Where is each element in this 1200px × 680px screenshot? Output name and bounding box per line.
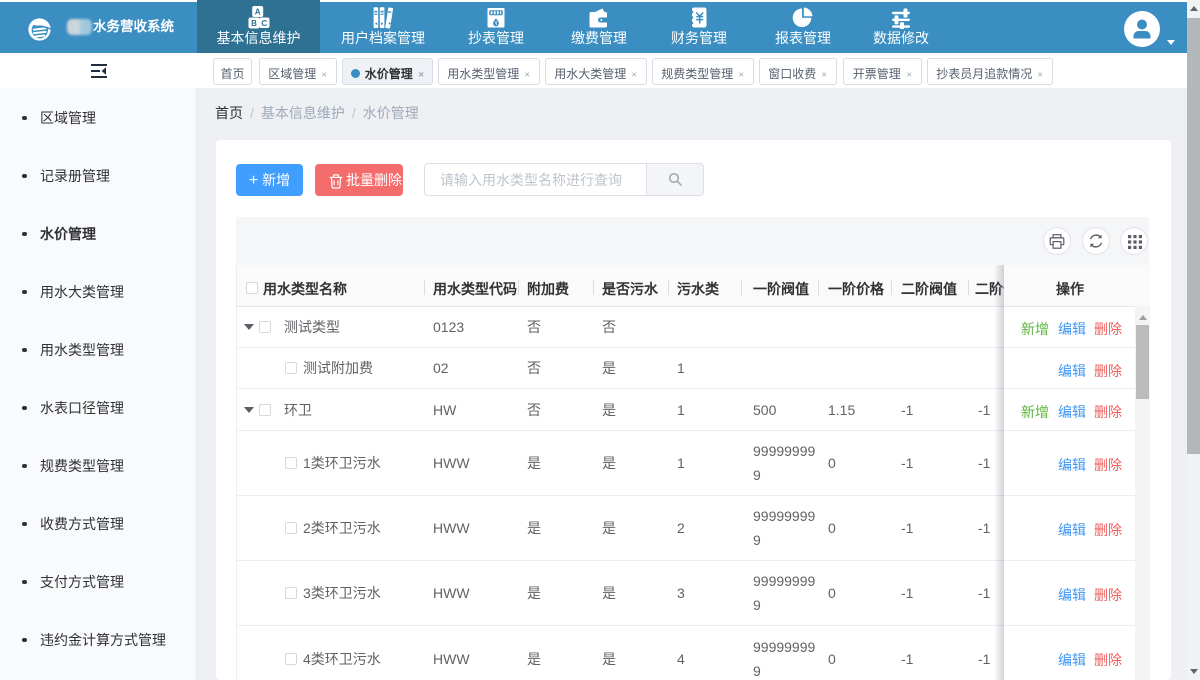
svg-text:B: B bbox=[251, 19, 257, 28]
svg-text:C: C bbox=[261, 19, 267, 28]
svg-text:A: A bbox=[254, 7, 260, 16]
